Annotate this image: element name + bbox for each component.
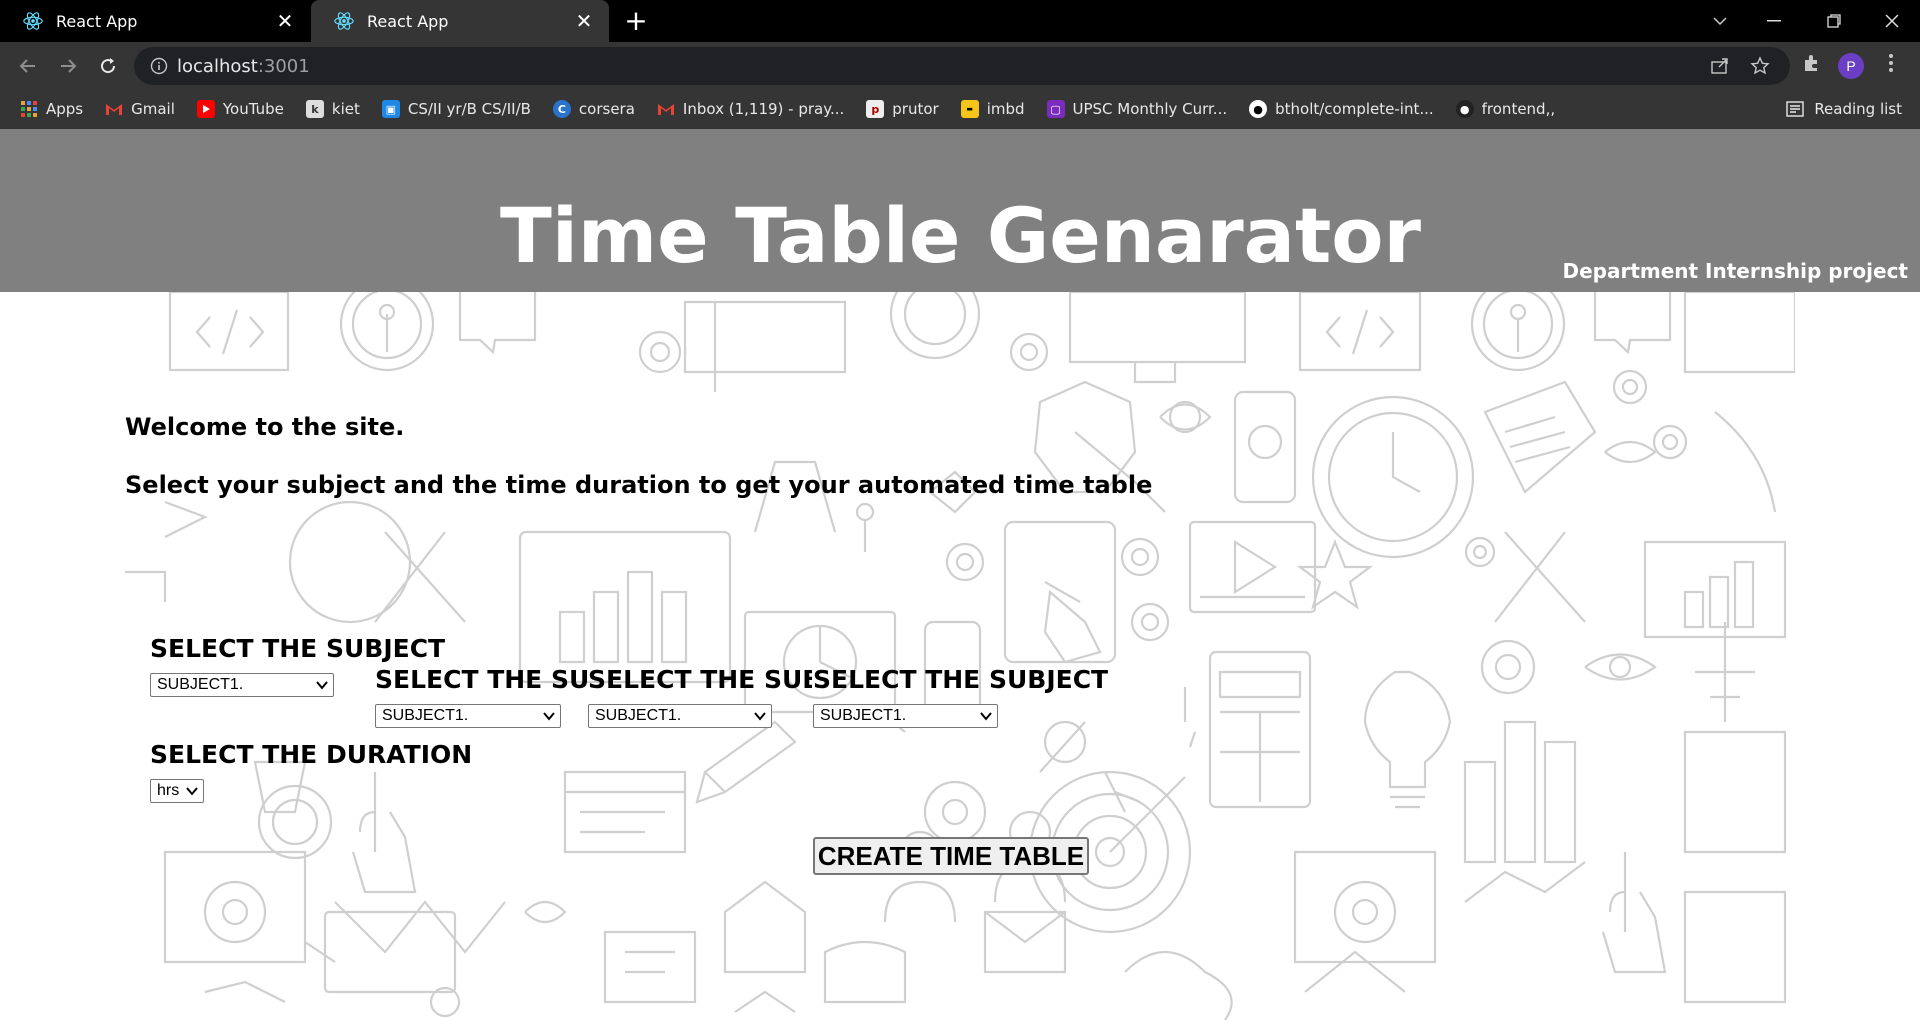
chevron-down-icon [186,787,198,796]
subject-select-value: SUBJECT1. [157,676,244,693]
subject-select-2[interactable]: SUBJECT1. [375,704,561,728]
site-header: Time Table Genarator Department Internsh… [0,129,1920,292]
bookmark-youtube[interactable]: YouTube [196,100,284,118]
url-host: localhost [177,56,258,77]
coursera-icon: C [552,100,571,118]
bookmark-label: corsera [578,100,635,118]
create-time-table-button[interactable]: CREATE TIME TABLE [813,837,1089,875]
chevron-down-icon [754,712,766,721]
close-tab-icon[interactable]: ✕ [276,11,294,31]
close-window-button[interactable] [1864,0,1920,42]
site-info-icon[interactable] [150,57,168,75]
header-subtitle: Department Internship project [1562,259,1908,283]
bookmark-label: imbd [986,100,1025,118]
minimize-button[interactable] [1746,0,1802,42]
bookmark-label: btholt/complete-int... [1275,100,1434,118]
bookmark-star-icon[interactable] [1750,56,1770,76]
bookmark-label: prutor [892,100,939,118]
close-tab-icon[interactable]: ✕ [575,11,593,31]
subject-select-value: SUBJECT1. [382,707,469,724]
bookmark-github-bthholt[interactable]: ● btholt/complete-int... [1249,100,1434,118]
github-icon: ● [1455,100,1474,118]
reading-list-icon [1786,101,1805,117]
duration-select[interactable]: hrs [150,779,204,803]
tab-search-icon[interactable] [1692,0,1748,42]
chevron-down-icon [316,681,328,690]
bookmark-label: frontend,, [1481,100,1556,118]
classroom-icon: ▣ [381,100,400,118]
page-title: Time Table Genarator [500,191,1421,280]
react-icon [23,12,43,30]
subject-label-4: SELECT THE SUBJECT [813,665,1109,694]
bookmark-apps[interactable]: Apps [20,100,83,118]
upsc-icon: ▢ [1046,100,1065,118]
back-icon[interactable] [12,50,44,82]
react-icon [334,12,354,30]
page-viewport: Time Table Genarator Department Internsh… [0,129,1920,1020]
bookmark-label: UPSC Monthly Curr... [1072,100,1228,118]
browser-tab-active[interactable]: React App ✕ [311,0,609,42]
bookmark-github-frontend[interactable]: ● frontend,, [1455,100,1556,118]
profile-avatar[interactable]: P [1838,53,1864,79]
bookmark-classroom[interactable]: ▣ CS/II yr/B CS/II/B [381,100,531,118]
chevron-down-icon [980,712,992,721]
restore-button[interactable] [1806,0,1862,42]
instructions-text: Select your subject and the time duratio… [125,471,1153,499]
subject-select-value: SUBJECT1. [820,707,907,724]
bookmark-coursera[interactable]: C corsera [552,100,635,118]
main-content: Welcome to the site. Select your subject… [125,292,1795,1020]
tab-strip: React App ✕ React App ✕ + [0,0,1920,42]
bookmark-kiet[interactable]: k kiet [305,100,360,118]
tab-title: React App [367,11,449,31]
chevron-down-icon [543,712,555,721]
youtube-icon [196,100,215,118]
reading-list-label: Reading list [1814,100,1902,118]
bookmark-label: kiet [331,100,360,118]
subject-label-3: SELECT THE SUBJECT [588,665,812,694]
github-icon: ● [1249,100,1268,118]
url-port: :3001 [257,56,310,77]
bookmark-prutor[interactable]: p prutor [866,100,939,118]
bookmark-label: YouTube [222,100,284,118]
gmail-icon [657,100,675,118]
subject-select-value: SUBJECT1. [595,707,682,724]
bookmark-upsc[interactable]: ▢ UPSC Monthly Curr... [1046,100,1228,118]
duration-select-value: hrs [157,782,180,799]
tab-title: React App [56,11,138,31]
browser-toolbar: localhost:3001 P [0,42,1920,89]
subject-label-1: SELECT THE SUBJECT [150,634,446,663]
bookmark-label: Gmail [131,100,175,118]
share-icon[interactable] [1710,56,1730,76]
kiet-icon: k [305,100,324,118]
imdb-icon: ▬ [960,100,979,118]
browser-tab[interactable]: React App ✕ [0,0,310,42]
bookmark-gmail[interactable]: Gmail [105,100,175,118]
prutor-icon: p [866,100,885,118]
welcome-text: Welcome to the site. [125,413,405,441]
duration-label: SELECT THE DURATION [150,740,473,769]
reading-list-button[interactable]: Reading list [1786,89,1902,129]
bookmark-imdb[interactable]: ▬ imbd [960,100,1025,118]
forward-icon[interactable] [52,50,84,82]
bookmark-label: CS/II yr/B CS/II/B [407,100,531,118]
bookmark-label: Inbox (1,119) - pray... [682,100,845,118]
menu-kebab-icon[interactable] [1888,52,1894,74]
new-tab-button[interactable]: + [622,7,650,36]
bookmark-inbox[interactable]: Inbox (1,119) - pray... [657,100,844,118]
bookmarks-bar: Apps Gmail YouTube k kiet ▣ CS/II yr/B C… [0,89,1920,129]
gmail-icon [105,100,123,118]
apps-grid-icon [20,100,38,118]
subject-select-3[interactable]: SUBJECT1. [588,704,772,728]
url-text: localhost:3001 [177,56,310,77]
bookmark-label: Apps [46,100,84,118]
subject-select-4[interactable]: SUBJECT1. [813,704,998,728]
address-bar[interactable]: localhost:3001 [134,47,1790,85]
reload-icon[interactable] [92,50,124,82]
extensions-icon[interactable] [1801,52,1823,74]
subject-label-2: SELECT THE SUBJECT [375,665,590,694]
subject-select-1[interactable]: SUBJECT1. [150,673,334,697]
